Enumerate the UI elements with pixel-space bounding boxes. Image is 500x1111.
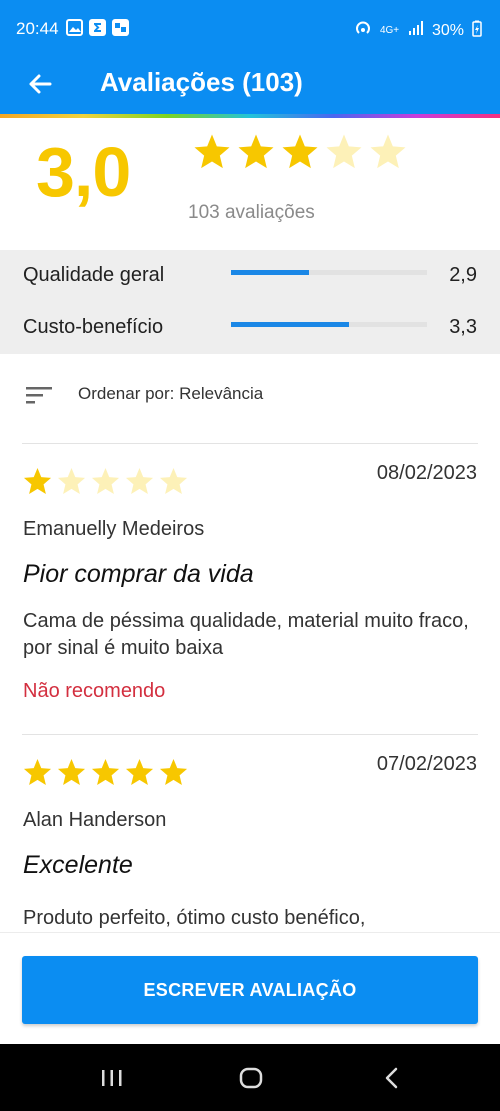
criterion-value: 2,9 xyxy=(449,264,477,286)
average-score: 3,0 xyxy=(36,133,131,211)
write-review-button[interactable]: ESCREVER AVALIAÇÃO xyxy=(22,956,478,1024)
criteria-panel: Qualidade geral 2,9 Custo-benefício 3,3 xyxy=(0,250,500,354)
review-body: Produto perfeito, ótimo custo benéfico, xyxy=(23,907,366,929)
review-author: Emanuelly Medeiros xyxy=(23,518,205,540)
translate-app-icon xyxy=(112,19,129,41)
status-bar: 20:44 4G+ 30% xyxy=(0,0,500,58)
sort-label[interactable]: Ordenar por: Relevância xyxy=(78,384,263,404)
star-filled-icon xyxy=(91,758,120,786)
criterion-bar xyxy=(231,270,427,275)
star-empty-icon xyxy=(326,134,362,169)
review-title: Excelente xyxy=(23,851,133,879)
star-filled-icon xyxy=(238,134,274,169)
review-body: Cama de péssima qualidade, material muit… xyxy=(23,610,469,659)
back-icon[interactable] xyxy=(378,1064,406,1092)
hotspot-icon xyxy=(354,19,372,42)
star-filled-icon xyxy=(159,758,188,786)
review-title: Pior comprar da vida xyxy=(23,560,254,588)
review-card: 07/02/2023 Alan Handerson Excelente Prod… xyxy=(0,735,500,932)
review-author: Alan Handerson xyxy=(23,809,167,831)
star-empty-icon xyxy=(125,467,154,495)
recent-apps-icon[interactable] xyxy=(98,1064,126,1092)
star-filled-icon xyxy=(23,467,52,495)
review-stars xyxy=(22,757,189,788)
review-recommendation: Não recomendo xyxy=(23,680,166,702)
criterion-bar xyxy=(231,322,427,327)
criterion-row: Custo-benefício 3,3 xyxy=(0,302,500,354)
rating-summary: 3,0 103 avaliações xyxy=(0,118,500,250)
signal-icon xyxy=(408,20,424,41)
criterion-bar-fill xyxy=(231,322,349,327)
sum-app-icon xyxy=(89,19,106,41)
criterion-label: Custo-benefício xyxy=(23,316,164,338)
arrow-left-icon[interactable] xyxy=(22,66,58,102)
star-empty-icon xyxy=(370,134,406,169)
review-date: 07/02/2023 xyxy=(376,753,477,775)
star-filled-icon xyxy=(57,758,86,786)
gallery-icon xyxy=(66,19,83,41)
star-empty-icon xyxy=(159,467,188,495)
sort-control[interactable]: Ordenar por: Relevância xyxy=(0,362,500,426)
star-empty-icon xyxy=(91,467,120,495)
review-stars xyxy=(22,466,189,497)
summary-stars xyxy=(192,132,408,172)
home-icon[interactable] xyxy=(237,1064,265,1092)
battery-level: 30% xyxy=(431,21,464,39)
bottom-action-area: ESCREVER AVALIAÇÃO xyxy=(0,932,500,1045)
page-title: Avaliações (103) xyxy=(100,67,303,97)
star-filled-icon xyxy=(23,758,52,786)
system-nav-bar xyxy=(0,1044,500,1111)
review-card: 08/02/2023 Emanuelly Medeiros Pior compr… xyxy=(0,444,500,734)
review-date: 08/02/2023 xyxy=(376,462,477,484)
status-time: 20:44 xyxy=(16,19,59,38)
star-filled-icon xyxy=(282,134,318,169)
app-bar: Avaliações (103) xyxy=(0,58,500,114)
battery-charging-icon xyxy=(472,20,482,42)
criterion-row: Qualidade geral 2,9 xyxy=(0,250,500,302)
star-empty-icon xyxy=(57,467,86,495)
criterion-bar-fill xyxy=(231,270,310,275)
sort-icon xyxy=(26,384,52,406)
star-filled-icon xyxy=(194,134,230,169)
network-type: 4G+ xyxy=(379,24,400,36)
criterion-label: Qualidade geral xyxy=(23,264,165,286)
star-filled-icon xyxy=(125,758,154,786)
criterion-value: 3,3 xyxy=(449,316,477,338)
review-count: 103 avaliações xyxy=(188,202,315,223)
